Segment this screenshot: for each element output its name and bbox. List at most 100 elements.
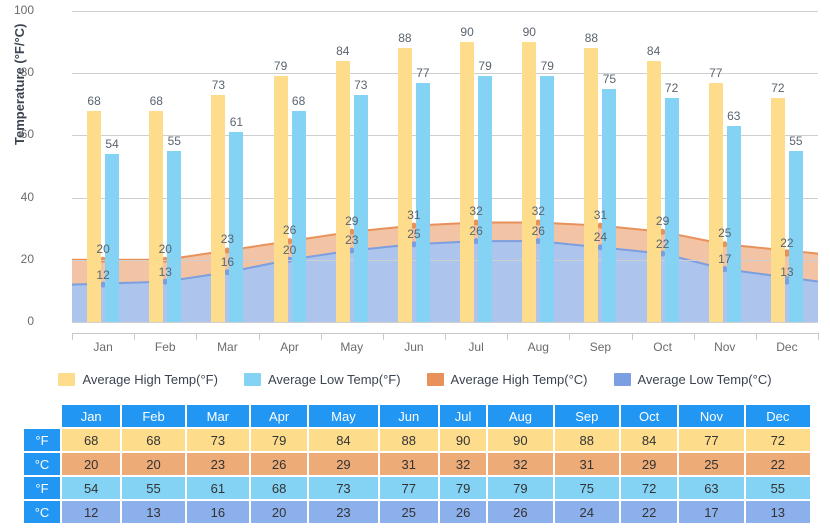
legend-swatch-icon [426,372,444,386]
legend-label: Average Low Temp(°F) [267,371,401,387]
x-axis-label-dec: Dec [776,340,798,354]
x-tick-mark [72,333,73,340]
area-value-label-low-c: 17 [718,252,732,267]
x-tick-mark [134,333,136,340]
y-tick-label-20: 20 [20,251,34,266]
area-value-label-high-c: 23 [220,232,235,247]
table-cell: 77 [379,477,438,499]
area-value-label-low-c: 25 [407,227,421,242]
x-tick-mark [693,333,695,340]
table-header-nov: Nov [679,405,744,427]
table-header-oct: Oct [620,405,678,427]
table-cell: 26 [488,501,553,523]
legend-item-1[interactable]: Average Low Temp(°F) [243,371,401,387]
bar-value-label: 73 [211,77,226,92]
bar-mar-low-f [229,132,244,322]
x-tick-mark [569,333,571,340]
x-tick-mark [445,333,446,340]
table-cell: 73 [186,429,249,451]
table-cell: 13 [122,501,185,523]
table-header-sep: Sep [554,405,619,427]
table-cell: 20 [62,453,121,475]
table-cell: 32 [439,453,487,475]
x-axis-label-jan: Jan [93,340,113,354]
table-cell: 79 [439,477,487,499]
chart-legend: Average High Temp(°F) Average Low Temp(°F… [0,365,830,393]
gridline-40 [72,197,818,199]
legend-item-2[interactable]: Average High Temp(°C) [426,372,588,387]
y-tick-label-60: 60 [20,127,34,142]
bar-value-label: 90 [460,25,474,40]
table-cell: 13 [745,501,810,523]
legend-swatch-icon [58,372,76,386]
bar-value-label: 75 [602,71,617,86]
legend-item-3[interactable]: Average Low Temp(°C) [613,372,772,387]
bar-value-label: 72 [771,81,785,96]
area-value-label-high-c: 32 [531,204,545,219]
table-header-dec: Dec [745,405,810,427]
legend-swatch-icon [243,372,261,386]
bar-value-label: 68 [87,93,101,108]
area-value-label-low-c: 24 [593,230,608,245]
table-cell: 25 [379,501,438,523]
legend-item-0[interactable]: Average High Temp(°F) [58,372,218,387]
table-cell: 61 [186,477,249,499]
table-cell: 16 [186,501,249,523]
climate-data-table: Jan Feb Mar Apr May Jun Jul Aug Sep Oct Nov Dec °F 6… [22,403,812,525]
x-axis-label-sep: Sep [589,340,612,354]
table-cell: 23 [309,501,378,523]
table-header-jan: Jan [62,405,121,427]
legend-swatch-icon [613,372,631,386]
area-value-label-high-c: 31 [407,207,421,222]
area-value-label-high-c: 29 [345,213,359,228]
area-value-label-high-c: 29 [655,213,670,228]
area-value-label-low-c: 13 [158,264,172,279]
x-axis-label-jun: Jun [404,340,424,354]
legend-label: Average High Temp(°F) [82,371,218,387]
table-cell: 84 [620,429,678,451]
table-cell: 23 [186,453,249,475]
bar-jul-low-f [478,76,493,322]
table-header-apr: Apr [250,405,308,427]
x-tick-mark [818,333,819,340]
table-cell: 26 [250,453,308,475]
bar-jun-high-f [397,48,412,322]
table-cell: 75 [554,477,619,499]
climate-data-table-container: Jan Feb Mar Apr May Jun Jul Aug Sep Oct Nov Dec °F 6… [22,403,812,525]
table-header-mar: Mar [186,405,249,427]
bar-value-label: 88 [398,31,412,46]
table-cell: 79 [250,429,308,451]
bar-value-label: 79 [540,59,554,74]
table-cell: 55 [745,477,810,499]
area-value-label-high-c: 22 [780,235,794,250]
table-header-jun: Jun [379,405,438,427]
table-row-header-0: °F [24,429,60,451]
table-row-header-3: °C [24,501,60,523]
y-tick-label-100: 100 [13,3,34,17]
x-axis-label-may: May [340,340,364,354]
bar-value-label: 88 [584,31,599,46]
table-cell: 32 [488,453,553,475]
table-cell: 68 [122,429,185,451]
area-value-label-high-c: 32 [469,204,483,219]
area-value-label-low-c: 22 [655,236,670,251]
table-cell: 84 [309,429,378,451]
x-axis-label-apr: Apr [280,340,299,354]
bar-aug-high-f [522,42,537,322]
gridline-100 [72,11,818,12]
table-cell: 17 [679,501,744,523]
x-axis-label-oct: Oct [653,340,672,354]
bar-sep-high-f [584,48,599,322]
x-axis-label-aug: Aug [527,340,549,354]
table-corner-cell [24,405,60,427]
bar-value-label: 72 [664,81,679,96]
table-cell: 79 [488,477,553,499]
table-cell: 90 [439,429,487,451]
table-cell: 72 [745,429,810,451]
bar-jul-high-f [460,42,475,322]
bar-value-label: 79 [478,59,492,74]
bar-sep-low-f [602,88,617,322]
bar-value-label: 54 [105,137,119,152]
bar-value-label: 55 [789,133,803,148]
table-cell: 31 [554,453,619,475]
